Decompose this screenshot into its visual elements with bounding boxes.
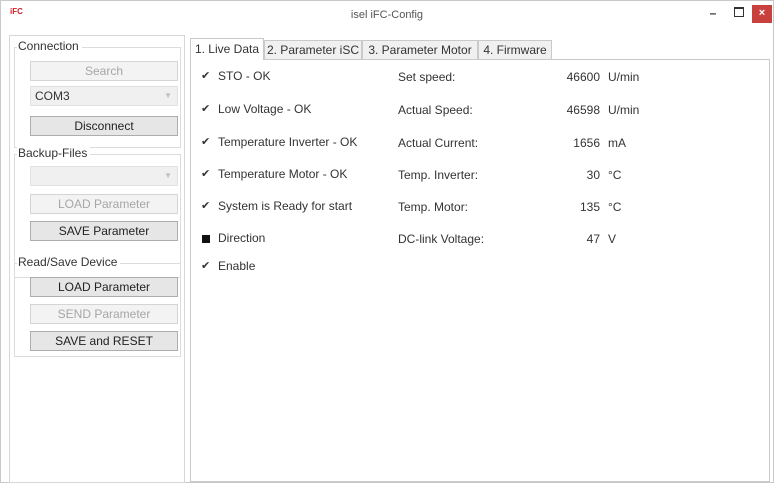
com-port-value: COM3 [35,89,70,103]
set-speed-unit: U/min [608,70,640,84]
status-label: Temperature Inverter - OK [218,135,358,149]
close-button[interactable]: × [752,5,772,23]
backup-save-parameter-button[interactable]: SAVE Parameter [30,221,178,241]
square-icon [202,235,210,243]
chevron-down-icon: ▼ [164,91,172,100]
status-label: Temperature Motor - OK [218,167,348,181]
read-save-device-group: Read/Save Device LOAD Parameter SEND Par… [14,255,181,357]
actual-speed-label: Actual Speed: [398,103,473,117]
status-label: Direction [218,231,266,245]
window-title: isel iFC-Config [350,9,424,21]
connection-group-title: Connection [17,39,82,53]
left-panel: Connection Search COM3 ▼ Disconnect Back… [9,35,185,483]
temp-motor-unit: °C [608,200,622,214]
set-speed-label: Set speed: [398,70,456,84]
actual-speed-unit: U/min [608,103,640,117]
status-label: Low Voltage - OK [218,102,312,116]
status-label: Enable [218,259,256,273]
check-icon: ✔ [201,70,211,82]
temp-inverter-value: 30 [586,168,600,182]
live-data-panel: ✔ STO - OK ✔ Low Voltage - OK ✔ Temperat… [190,59,770,482]
disconnect-button[interactable]: Disconnect [30,116,178,136]
connection-group: Connection Search COM3 ▼ Disconnect [14,39,181,148]
dc-link-voltage-label: DC-link Voltage: [398,232,485,246]
tab-parameter-isc[interactable]: 2. Parameter iSC [264,40,362,59]
tab-parameter-motor[interactable]: 3. Parameter Motor [362,40,478,59]
chevron-down-icon: ▼ [164,171,172,180]
backup-file-select[interactable]: ▼ [30,166,178,186]
com-port-select[interactable]: COM3 ▼ [30,86,178,106]
temp-inverter-unit: °C [608,168,622,182]
actual-current-value: 1656 [573,136,600,150]
send-parameter-button[interactable]: SEND Parameter [30,304,178,324]
device-load-parameter-button[interactable]: LOAD Parameter [30,277,178,297]
temp-motor-value: 135 [579,200,600,214]
tab-live-data[interactable]: 1. Live Data [190,38,264,60]
check-icon: ✔ [201,200,211,212]
check-icon: ✔ [201,136,211,148]
search-button[interactable]: Search [30,61,178,81]
status-label: STO - OK [218,69,271,83]
actual-current-label: Actual Current: [398,136,479,150]
maximize-button[interactable] [727,5,751,23]
temp-inverter-label: Temp. Inverter: [398,168,479,182]
actual-speed-value: 46598 [566,103,600,117]
temp-motor-label: Temp. Motor: [398,200,469,214]
read-save-device-group-title: Read/Save Device [17,255,121,269]
save-and-reset-button[interactable]: SAVE and RESET [30,331,178,351]
status-label: System is Ready for start [218,199,353,213]
backup-load-parameter-button[interactable]: LOAD Parameter [30,194,178,214]
check-icon: ✔ [201,260,211,272]
title-bar: iFC isel iFC-Config – × [1,1,773,31]
app-window: iFC isel iFC-Config – × Connection Searc… [0,0,774,483]
dc-link-voltage-unit: V [608,232,617,246]
dc-link-voltage-value: 47 [586,232,600,246]
tab-firmware[interactable]: 4. Firmware [478,40,552,59]
minimize-button[interactable]: – [701,5,725,23]
backup-files-group-title: Backup-Files [17,146,91,160]
set-speed-value: 46600 [566,70,600,84]
actual-current-unit: mA [608,136,626,150]
check-icon: ✔ [201,103,211,115]
maximize-icon [734,7,744,18]
check-icon: ✔ [201,168,211,180]
